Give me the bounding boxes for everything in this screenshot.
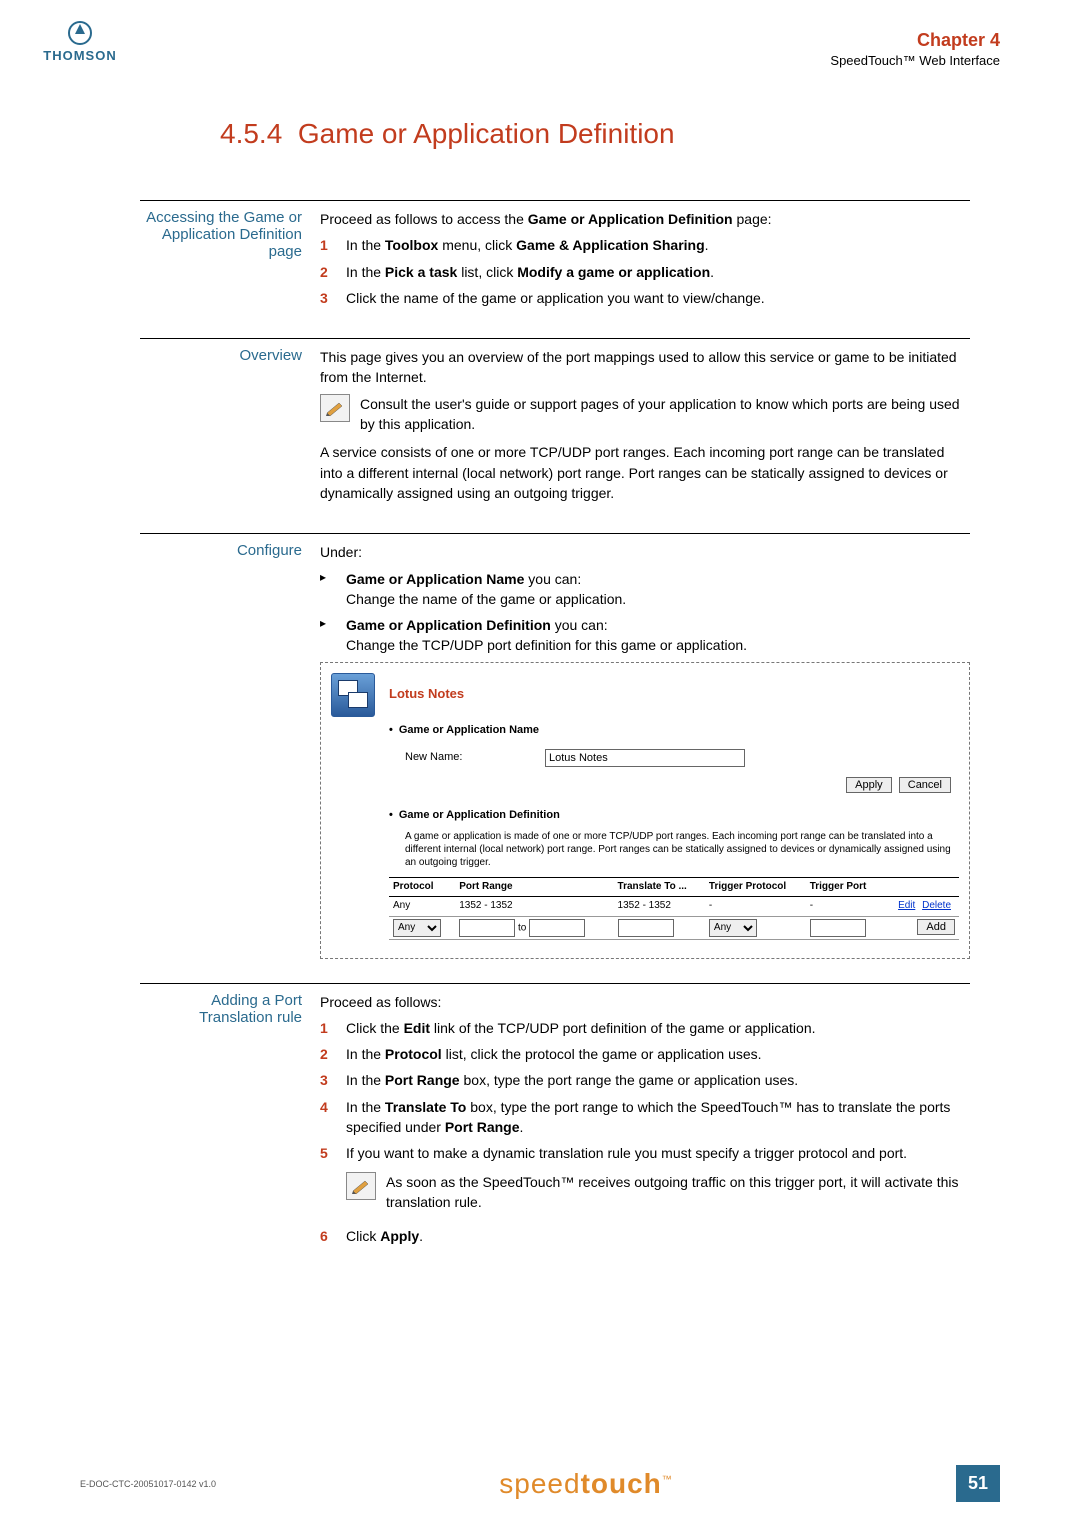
section-number: 4.5.4	[220, 118, 282, 149]
thomson-logo: THOMSON	[40, 20, 120, 63]
adding-step: 5 If you want to make a dynamic translat…	[320, 1143, 970, 1220]
accessing-step: 2In the Pick a task list, click Modify a…	[320, 262, 970, 282]
ui-desc: A game or application is made of one or …	[405, 830, 959, 869]
overview-p2: A service consists of one or more TCP/UD…	[320, 442, 970, 503]
portrange-from-input[interactable]	[459, 919, 515, 937]
cancel-button[interactable]: Cancel	[899, 777, 951, 793]
newname-input[interactable]	[545, 749, 745, 767]
protocol-select[interactable]: Any	[393, 919, 441, 937]
adding-step: 6Click Apply.	[320, 1226, 970, 1246]
note-icon	[320, 394, 350, 422]
thomson-icon	[67, 20, 93, 46]
page-title: Game or Application Definition	[298, 118, 675, 149]
th-portrange: Port Range	[455, 877, 613, 897]
chapter-label: Chapter 4	[80, 30, 1000, 51]
speedtouch-logo: speedtouch™	[499, 1468, 673, 1500]
note-icon	[346, 1172, 376, 1200]
adding-step: 4In the Translate To box, type the port …	[320, 1097, 970, 1138]
accessing-step: 3Click the name of the game or applicati…	[320, 288, 970, 308]
chapter-subhead: SpeedTouch™ Web Interface	[80, 53, 1000, 68]
section-label-adding: Adding a Port Translation rule	[140, 992, 320, 1253]
adding-step: 3In the Port Range box, type the port ra…	[320, 1070, 970, 1090]
th-trigproto: Trigger Protocol	[705, 877, 806, 897]
accessing-step: 1In the Toolbox menu, click Game & Appli…	[320, 235, 970, 255]
configure-item: Game or Application Definition you can:C…	[320, 615, 970, 656]
section-label-accessing: Accessing the Game or Application Defini…	[140, 209, 320, 314]
page-number: 51	[956, 1465, 1000, 1502]
apply-button[interactable]: Apply	[846, 777, 892, 793]
overview-p1: This page gives you an overview of the p…	[320, 347, 970, 388]
ui-section-def: Game or Application Definition	[389, 808, 959, 824]
configure-under: Under:	[320, 542, 970, 562]
overview-note: Consult the user's guide or support page…	[360, 394, 970, 435]
edit-link[interactable]: Edit	[898, 900, 915, 911]
table-row: Any 1352 - 1352 1352 - 1352 - - Edit Del…	[389, 897, 959, 917]
thomson-text: THOMSON	[40, 48, 120, 63]
ui-section-name: Game or Application Name	[389, 723, 959, 739]
ui-title: Lotus Notes	[389, 685, 464, 704]
delete-link[interactable]: Delete	[922, 900, 951, 911]
section-label-overview: Overview	[140, 347, 320, 509]
divider	[140, 983, 970, 984]
translate-input[interactable]	[618, 919, 674, 937]
divider	[140, 533, 970, 534]
th-trigport: Trigger Port	[806, 877, 882, 897]
section-label-configure: Configure	[140, 542, 320, 958]
newname-label: New Name:	[405, 750, 545, 766]
embedded-ui-screenshot: Lotus Notes Game or Application Name New…	[320, 662, 970, 959]
adding-step: 1Click the Edit link of the TCP/UDP port…	[320, 1018, 970, 1038]
table-add-row: Any to Any Add	[389, 916, 959, 939]
trigproto-select[interactable]: Any	[709, 919, 757, 937]
adding-intro: Proceed as follows:	[320, 992, 970, 1012]
th-protocol: Protocol	[389, 877, 455, 897]
adding-step: 2In the Protocol list, click the protoco…	[320, 1044, 970, 1064]
adding-note: As soon as the SpeedTouch™ receives outg…	[386, 1172, 970, 1213]
trigport-input[interactable]	[810, 919, 866, 937]
divider	[140, 200, 970, 201]
add-button[interactable]: Add	[917, 919, 955, 935]
doc-reference: E-DOC-CTC-20051017-0142 v1.0	[80, 1479, 216, 1489]
app-icon	[331, 673, 375, 717]
accessing-intro: Proceed as follows to access the Game or…	[320, 209, 970, 229]
th-translate: Translate To ...	[614, 877, 705, 897]
divider	[140, 338, 970, 339]
port-table: Protocol Port Range Translate To ... Tri…	[389, 877, 959, 940]
configure-item: Game or Application Name you can:Change …	[320, 569, 970, 610]
portrange-to-input[interactable]	[529, 919, 585, 937]
th-actions	[882, 877, 959, 897]
